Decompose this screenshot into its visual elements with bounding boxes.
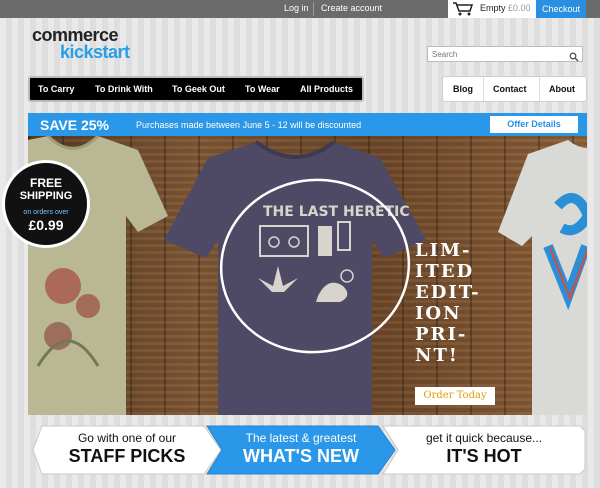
nav-item-contact[interactable]: Contact xyxy=(493,84,527,94)
tab-hot-title: IT'S HOT xyxy=(446,446,522,466)
promo-text: Purchases made between June 5 - 12 will … xyxy=(136,120,362,130)
order-today-button[interactable]: Order Today xyxy=(415,387,495,405)
center-tshirt: THE LAST HERETIC xyxy=(164,140,426,415)
cart-icon xyxy=(452,2,474,21)
logo-text-commerce: commerce xyxy=(32,25,119,45)
cart-amount: £0.00 xyxy=(508,3,531,13)
search-box xyxy=(427,46,583,62)
nav-item-to-drink-with[interactable]: To Drink With xyxy=(95,84,153,94)
tab-its-hot[interactable]: get it quick because... IT'S HOT xyxy=(382,425,586,475)
site-logo[interactable]: commerce kickstart xyxy=(32,25,130,62)
free-shipping-badge: FREE SHIPPING on orders over £0.99 xyxy=(2,160,90,248)
nav-item-to-geek-out[interactable]: To Geek Out xyxy=(172,84,225,94)
badge-free: FREE xyxy=(29,176,62,190)
nav-item-blog[interactable]: Blog xyxy=(453,84,473,94)
main-nav: To Carry To Drink With To Geek Out To We… xyxy=(28,76,364,102)
divider xyxy=(539,77,540,101)
limited-edition-text: LIM- ITED EDIT- ION PRI- NT! xyxy=(415,240,481,366)
right-tshirt xyxy=(498,140,587,415)
divider xyxy=(483,77,484,101)
secondary-nav: Blog Contact About xyxy=(442,76,587,102)
badge-subtext: on orders over xyxy=(23,209,69,216)
tab-whats-new[interactable]: The latest & greatest WHAT'S NEW xyxy=(206,425,396,475)
offer-details-button[interactable]: Offer Details xyxy=(490,116,578,133)
search-input[interactable] xyxy=(432,49,562,60)
promo-title: SAVE 25% xyxy=(40,117,109,133)
search-icon[interactable] xyxy=(569,49,579,67)
nav-item-about[interactable]: About xyxy=(549,84,575,94)
hero-banner[interactable]: THE LAST HERETIC LIM- ITED EDIT- ION PRI… xyxy=(28,136,587,415)
logo-text-kickstart: kickstart xyxy=(60,42,130,62)
shirt-print-text: THE LAST HERETIC xyxy=(263,204,410,220)
tab-staff-title: STAFF PICKS xyxy=(68,446,186,466)
tab-new-title: WHAT'S NEW xyxy=(243,446,359,466)
login-link[interactable]: Log in xyxy=(284,3,309,13)
checkout-button[interactable]: Checkout xyxy=(536,0,586,18)
promo-banner: SAVE 25% Purchases made between June 5 -… xyxy=(28,113,587,136)
badge-amount: £0.99 xyxy=(28,217,64,233)
cart-summary[interactable]: Empty £0.00 xyxy=(448,0,536,18)
feature-tabs: Go with one of our STAFF PICKS The lates… xyxy=(0,415,600,488)
tab-staff-picks[interactable]: Go with one of our STAFF PICKS xyxy=(32,425,222,475)
tshirt-illustrations: THE LAST HERETIC xyxy=(28,136,587,415)
tab-staff-subtitle: Go with one of our xyxy=(77,431,177,445)
nav-item-all-products[interactable]: All Products xyxy=(300,84,353,94)
nav-item-to-carry[interactable]: To Carry xyxy=(38,84,74,94)
tab-new-subtitle: The latest & greatest xyxy=(245,431,357,445)
create-account-link[interactable]: Create account xyxy=(321,3,382,13)
cart-status: Empty xyxy=(480,3,506,13)
tab-hot-subtitle: get it quick because... xyxy=(425,431,543,445)
divider xyxy=(313,2,314,16)
nav-item-to-wear[interactable]: To Wear xyxy=(245,84,280,94)
badge-shipping: SHIPPING xyxy=(19,190,73,202)
top-bar: Log in Create account Empty £0.00 Checko… xyxy=(0,0,600,18)
